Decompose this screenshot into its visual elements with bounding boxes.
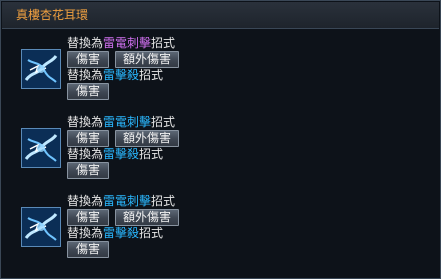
skill-name-lightning-thrust: 雷電刺擊 — [103, 36, 152, 50]
replace-line-1: 替換為雷電刺擊招式 — [67, 115, 175, 129]
damage-button[interactable]: 傷害 — [67, 51, 109, 68]
replace-prefix: 替換為 — [67, 115, 104, 129]
damage-button[interactable]: 傷害 — [67, 241, 109, 258]
replace-line-2: 替換為雷擊殺招式 — [67, 68, 163, 82]
title-bar: 真樓杏花耳環 — [2, 2, 439, 29]
damage-button[interactable]: 傷害 — [67, 83, 109, 100]
extra-damage-button[interactable]: 額外傷害 — [115, 51, 179, 68]
replace-suffix: 招式 — [151, 115, 176, 129]
damage-button[interactable]: 傷害 — [67, 209, 109, 226]
replace-line-1: 替換為雷電刺擊招式 — [67, 36, 175, 50]
replace-prefix: 替換為 — [67, 226, 104, 240]
replace-line-2: 替換為雷擊殺招式 — [67, 147, 163, 161]
replace-line-2: 替換為雷擊殺招式 — [67, 226, 163, 240]
skill-name-thunder-kill: 雷擊殺 — [103, 147, 140, 161]
replace-prefix: 替換為 — [67, 36, 104, 50]
damage-button[interactable]: 傷害 — [67, 162, 109, 179]
skill-block-1: 替換為雷電刺擊招式 傷害 額外傷害 替換為雷擊殺招式 傷害 — [1, 35, 441, 115]
replace-suffix: 招式 — [151, 36, 176, 50]
skill-block-2: 替換為雷電刺擊招式 傷害 額外傷害 替換為雷擊殺招式 傷害 — [1, 114, 441, 194]
skill-block-3: 替換為雷電刺擊招式 傷害 額外傷害 替換為雷擊殺招式 傷害 — [1, 193, 441, 273]
extra-damage-button[interactable]: 額外傷害 — [115, 209, 179, 226]
lightning-skill-icon — [21, 49, 61, 89]
skill-name-thunder-kill: 雷擊殺 — [103, 68, 140, 82]
skill-name-lightning-thrust: 雷電刺擊 — [103, 115, 152, 129]
skill-name-thunder-kill: 雷擊殺 — [103, 226, 140, 240]
skill-name-lightning-thrust: 雷電刺擊 — [103, 194, 152, 208]
item-title: 真樓杏花耳環 — [16, 8, 89, 22]
item-tooltip-panel: 真樓杏花耳環 替換為雷電刺擊招式 傷害 額外傷害 替換為雷擊殺招式 傷害 替換為… — [0, 0, 441, 279]
replace-suffix: 招式 — [139, 68, 164, 82]
replace-suffix: 招式 — [139, 226, 164, 240]
extra-damage-button[interactable]: 額外傷害 — [115, 130, 179, 147]
lightning-skill-icon — [21, 128, 61, 168]
lightning-skill-icon — [21, 207, 61, 247]
replace-line-1: 替換為雷電刺擊招式 — [67, 194, 175, 208]
damage-button[interactable]: 傷害 — [67, 130, 109, 147]
replace-prefix: 替換為 — [67, 194, 104, 208]
replace-suffix: 招式 — [151, 194, 176, 208]
replace-suffix: 招式 — [139, 147, 164, 161]
replace-prefix: 替換為 — [67, 68, 104, 82]
replace-prefix: 替換為 — [67, 147, 104, 161]
